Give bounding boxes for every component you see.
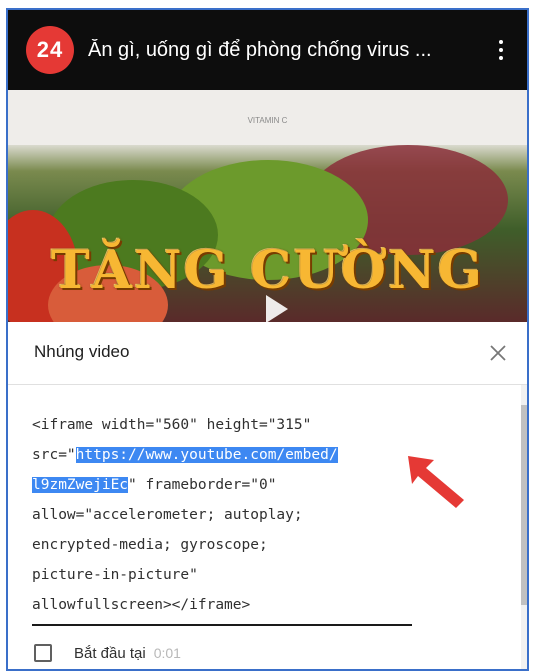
close-icon[interactable] <box>487 342 509 364</box>
code-line-3-suffix: " frameborder="0" <box>128 477 277 493</box>
dialog-header: Nhúng video <box>8 322 527 385</box>
video-thumbnail[interactable]: VITAMIN C TĂNG CƯỜNG <box>8 90 527 322</box>
code-line-7: allowfullscreen></iframe> <box>32 597 251 613</box>
thumbnail-caption: VITAMIN C <box>247 116 288 125</box>
video-header: 24 Ăn gì, uống gì để phòng chống virus .… <box>8 10 527 90</box>
thumbnail-overlay-text: TĂNG CƯỜNG <box>50 240 485 301</box>
code-line-2-prefix: src=" <box>32 447 76 463</box>
code-line-5: encrypted-media; gyroscope; <box>32 537 268 553</box>
start-at-checkbox[interactable] <box>34 644 52 662</box>
dialog-scrollbar[interactable] <box>521 385 527 669</box>
red-arrow-annotation <box>408 456 464 508</box>
video-title[interactable]: Ăn gì, uống gì để phòng chống virus ... <box>88 39 481 62</box>
channel-logo[interactable]: 24 <box>26 26 74 74</box>
play-icon[interactable] <box>266 295 288 322</box>
scrollbar-thumb[interactable] <box>521 405 527 605</box>
code-url-selected-2: l9zmZwejiEc <box>32 477 129 493</box>
code-line-4: allow="accelerometer; autoplay; <box>32 507 303 523</box>
code-url-selected-1: https://www.youtube.com/embed/ <box>75 447 338 463</box>
more-vertical-icon[interactable] <box>481 30 521 70</box>
dialog-title: Nhúng video <box>34 342 130 361</box>
embed-code-textarea[interactable]: <iframe width="560" height="315" src="ht… <box>32 410 412 626</box>
start-at-label[interactable]: Bắt đầu tại <box>74 645 146 662</box>
code-line-6: picture-in-picture" <box>32 567 198 583</box>
start-at-row: Bắt đầu tại 0:01 <box>34 644 181 662</box>
start-at-time: 0:01 <box>153 645 181 661</box>
screenshot-frame: 24 Ăn gì, uống gì để phòng chống virus .… <box>6 8 529 671</box>
code-line-1: <iframe width="560" height="315" <box>32 417 312 433</box>
